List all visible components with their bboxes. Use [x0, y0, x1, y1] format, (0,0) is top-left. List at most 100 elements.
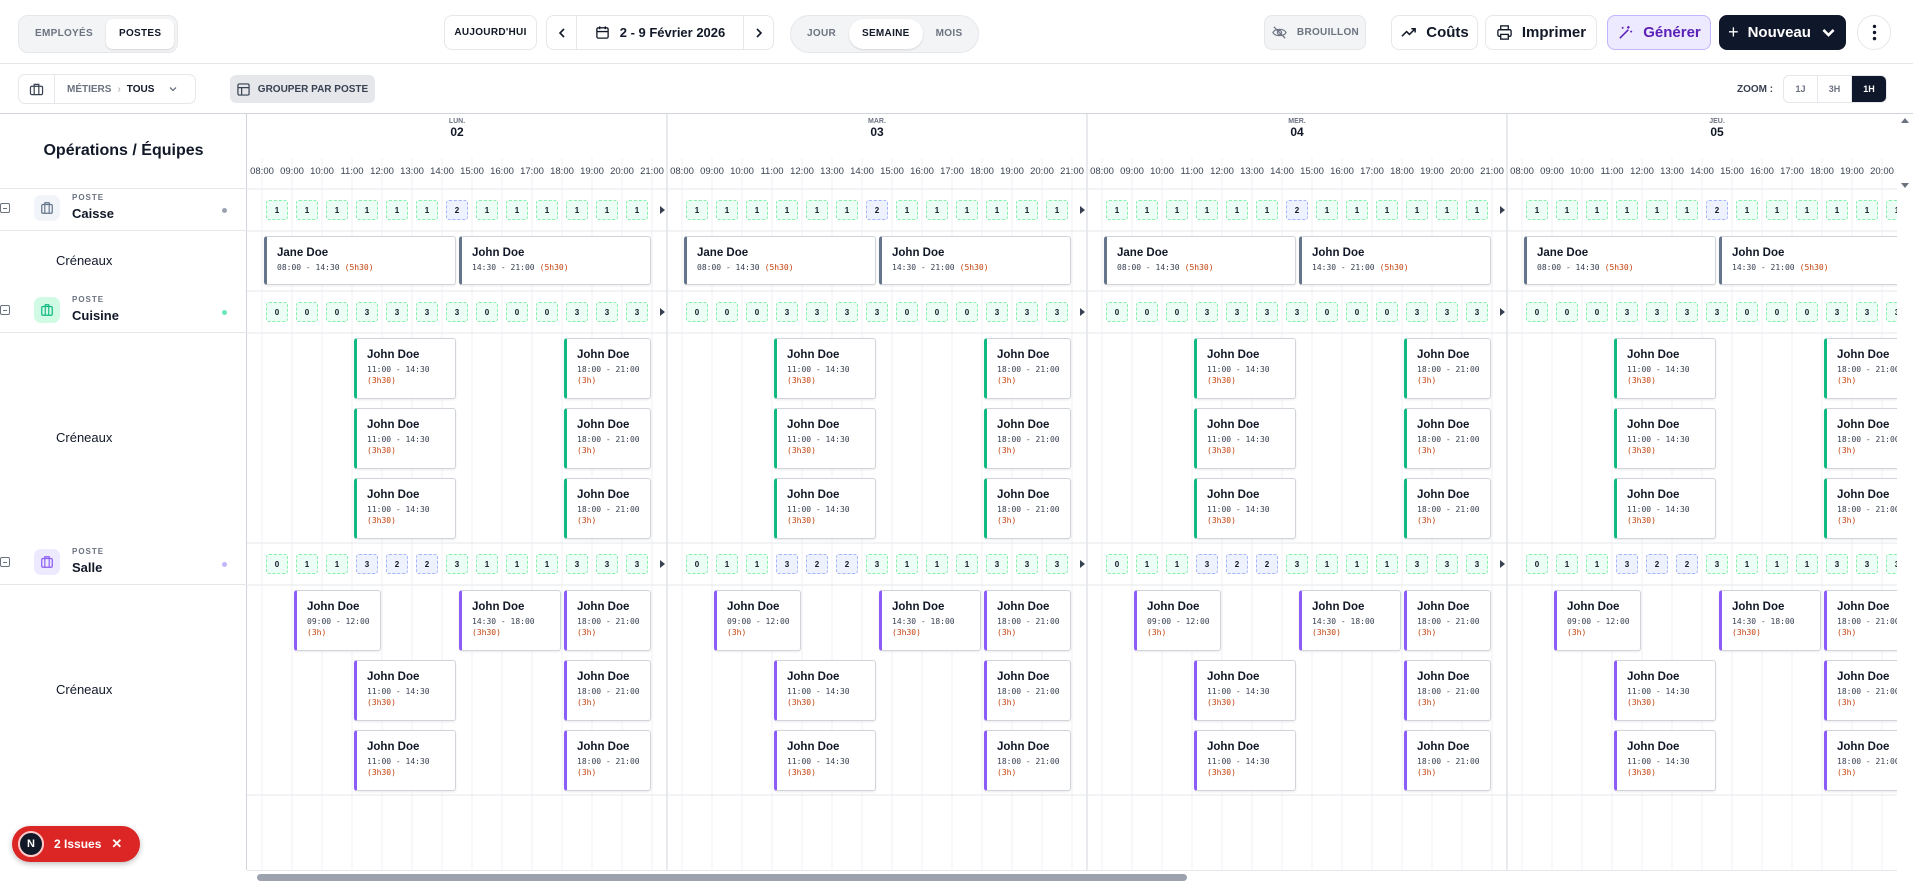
staff-count-cell[interactable]: 3 [566, 554, 588, 574]
staff-count-cell[interactable]: 3 [446, 302, 468, 322]
shift-card[interactable]: John Doe 11:00 - 14:30 (3h30) [354, 478, 456, 539]
staff-count-cell[interactable]: 3 [866, 302, 888, 322]
staff-count-cell[interactable]: 1 [926, 554, 948, 574]
shift-card[interactable]: John Doe 18:00 - 21:00 (3h) [1824, 660, 1897, 721]
shift-card[interactable]: Jane Doe 08:00 - 14:30 (5h30) [264, 236, 456, 285]
staff-count-cell[interactable]: 3 [1016, 554, 1038, 574]
shift-card[interactable]: John Doe 11:00 - 14:30 (3h30) [774, 408, 876, 469]
staff-count-cell[interactable]: 0 [1316, 302, 1338, 322]
staff-count-cell[interactable]: 3 [1196, 302, 1218, 322]
staff-count-cell[interactable]: 1 [596, 200, 618, 220]
staff-count-cell[interactable]: 1 [836, 200, 858, 220]
staff-count-cell[interactable]: 1 [626, 200, 648, 220]
staff-count-cell[interactable]: 2 [806, 554, 828, 574]
horizontal-scrollbar[interactable] [247, 870, 1897, 884]
staff-count-cell[interactable]: 3 [1436, 554, 1458, 574]
staff-count-cell[interactable]: 1 [986, 200, 1008, 220]
staff-count-cell[interactable]: 1 [476, 200, 498, 220]
staff-count-cell[interactable]: 1 [1736, 200, 1758, 220]
staff-count-cell[interactable]: 1 [536, 554, 558, 574]
shift-card[interactable]: John Doe 14:30 - 21:00 (5h30) [879, 236, 1071, 285]
shift-card[interactable]: John Doe 18:00 - 21:00 (3h) [984, 590, 1071, 651]
staff-count-cell[interactable]: 1 [1376, 200, 1398, 220]
shift-card[interactable]: John Doe 11:00 - 14:30 (3h30) [774, 660, 876, 721]
staff-count-cell[interactable]: 1 [1226, 200, 1248, 220]
shift-card[interactable]: John Doe 18:00 - 21:00 (3h) [564, 478, 651, 539]
staff-count-cell[interactable]: 0 [326, 302, 348, 322]
staff-count-cell[interactable]: 3 [1226, 302, 1248, 322]
close-icon[interactable]: ✕ [111, 836, 122, 852]
staff-count-cell[interactable]: 1 [416, 200, 438, 220]
staff-count-cell[interactable]: 1 [896, 200, 918, 220]
staff-count-cell[interactable]: 1 [1196, 200, 1218, 220]
staff-count-cell[interactable]: 0 [1736, 302, 1758, 322]
view-toggle-employes[interactable]: EMPLOYÉS [22, 19, 106, 49]
shift-card[interactable]: John Doe 11:00 - 14:30 (3h30) [1194, 408, 1296, 469]
staff-count-cell[interactable]: 2 [386, 554, 408, 574]
staff-count-cell[interactable]: 2 [446, 200, 468, 220]
staff-count-cell[interactable]: 1 [896, 554, 918, 574]
staff-count-cell[interactable]: 3 [1886, 554, 1897, 574]
staff-count-cell[interactable]: 1 [1466, 200, 1488, 220]
staff-count-cell[interactable]: 3 [626, 302, 648, 322]
staff-count-cell[interactable]: 1 [326, 554, 348, 574]
collapse-toggle[interactable] [0, 305, 10, 315]
shift-card[interactable]: John Doe 11:00 - 14:30 (3h30) [354, 408, 456, 469]
new-button[interactable]: + Nouveau [1719, 15, 1846, 50]
issues-badge[interactable]: N 2 Issues ✕ [12, 826, 140, 862]
staff-count-cell[interactable]: 2 [1706, 200, 1728, 220]
shift-card[interactable]: John Doe 11:00 - 14:30 (3h30) [774, 338, 876, 399]
staff-count-cell[interactable]: 1 [356, 200, 378, 220]
staff-count-cell[interactable]: 2 [416, 554, 438, 574]
staff-count-cell[interactable]: 0 [1526, 302, 1548, 322]
staff-count-cell[interactable]: 2 [1676, 554, 1698, 574]
staff-count-cell[interactable]: 1 [1736, 554, 1758, 574]
staff-count-cell[interactable]: 3 [416, 302, 438, 322]
staff-count-cell[interactable]: 0 [266, 302, 288, 322]
staff-count-cell[interactable]: 3 [1856, 554, 1878, 574]
vertical-scrollbar[interactable] [1897, 114, 1913, 870]
staff-count-cell[interactable]: 3 [1196, 554, 1218, 574]
generate-button[interactable]: Générer [1607, 15, 1711, 50]
staff-count-cell[interactable]: 3 [1706, 554, 1728, 574]
shift-card[interactable]: John Doe 18:00 - 21:00 (3h) [564, 338, 651, 399]
zoom-1j[interactable]: 1J [1784, 76, 1818, 102]
shift-card[interactable]: John Doe 18:00 - 21:00 (3h) [1404, 338, 1491, 399]
staff-count-cell[interactable]: 1 [1796, 200, 1818, 220]
staff-count-cell[interactable]: 1 [1106, 200, 1128, 220]
staff-count-cell[interactable]: 1 [1526, 200, 1548, 220]
shift-card[interactable]: John Doe 18:00 - 21:00 (3h) [564, 730, 651, 791]
staff-count-cell[interactable]: 3 [1706, 302, 1728, 322]
shift-card[interactable]: John Doe 11:00 - 14:30 (3h30) [1194, 660, 1296, 721]
staff-count-cell[interactable]: 0 [1106, 302, 1128, 322]
shift-card[interactable]: John Doe 11:00 - 14:30 (3h30) [354, 730, 456, 791]
staff-count-cell[interactable]: 0 [1796, 302, 1818, 322]
staff-count-cell[interactable]: 1 [326, 200, 348, 220]
staff-count-cell[interactable]: 1 [1436, 200, 1458, 220]
prev-week-button[interactable] [547, 16, 577, 49]
staff-count-cell[interactable]: 1 [776, 200, 798, 220]
staff-count-cell[interactable]: 1 [1166, 200, 1188, 220]
shift-card[interactable]: John Doe 18:00 - 21:00 (3h) [1404, 478, 1491, 539]
staff-count-cell[interactable]: 3 [1886, 302, 1897, 322]
staff-count-cell[interactable]: 1 [1136, 200, 1158, 220]
staff-count-cell[interactable]: 1 [806, 200, 828, 220]
shift-card[interactable]: John Doe 18:00 - 21:00 (3h) [1824, 590, 1897, 651]
staff-count-cell[interactable]: 3 [1466, 554, 1488, 574]
shift-card[interactable]: John Doe 11:00 - 14:30 (3h30) [354, 660, 456, 721]
staff-count-cell[interactable]: 1 [1766, 554, 1788, 574]
shift-card[interactable]: John Doe 14:30 - 21:00 (5h30) [1719, 236, 1897, 285]
staff-count-cell[interactable]: 2 [866, 200, 888, 220]
today-button[interactable]: AUJOURD'HUI [444, 15, 537, 50]
shift-card[interactable]: John Doe 11:00 - 14:30 (3h30) [1194, 478, 1296, 539]
shift-card[interactable]: John Doe 18:00 - 21:00 (3h) [984, 408, 1071, 469]
next-week-button[interactable] [743, 16, 773, 49]
staff-count-cell[interactable]: 2 [1286, 200, 1308, 220]
staff-count-cell[interactable]: 0 [1166, 302, 1188, 322]
shift-card[interactable]: John Doe 18:00 - 21:00 (3h) [1404, 590, 1491, 651]
staff-count-cell[interactable]: 3 [1466, 302, 1488, 322]
staff-count-cell[interactable]: 1 [1556, 554, 1578, 574]
shift-card[interactable]: John Doe 14:30 - 18:00 (3h30) [1719, 590, 1821, 651]
staff-count-cell[interactable]: 1 [716, 200, 738, 220]
staff-count-cell[interactable]: 3 [1046, 302, 1068, 322]
